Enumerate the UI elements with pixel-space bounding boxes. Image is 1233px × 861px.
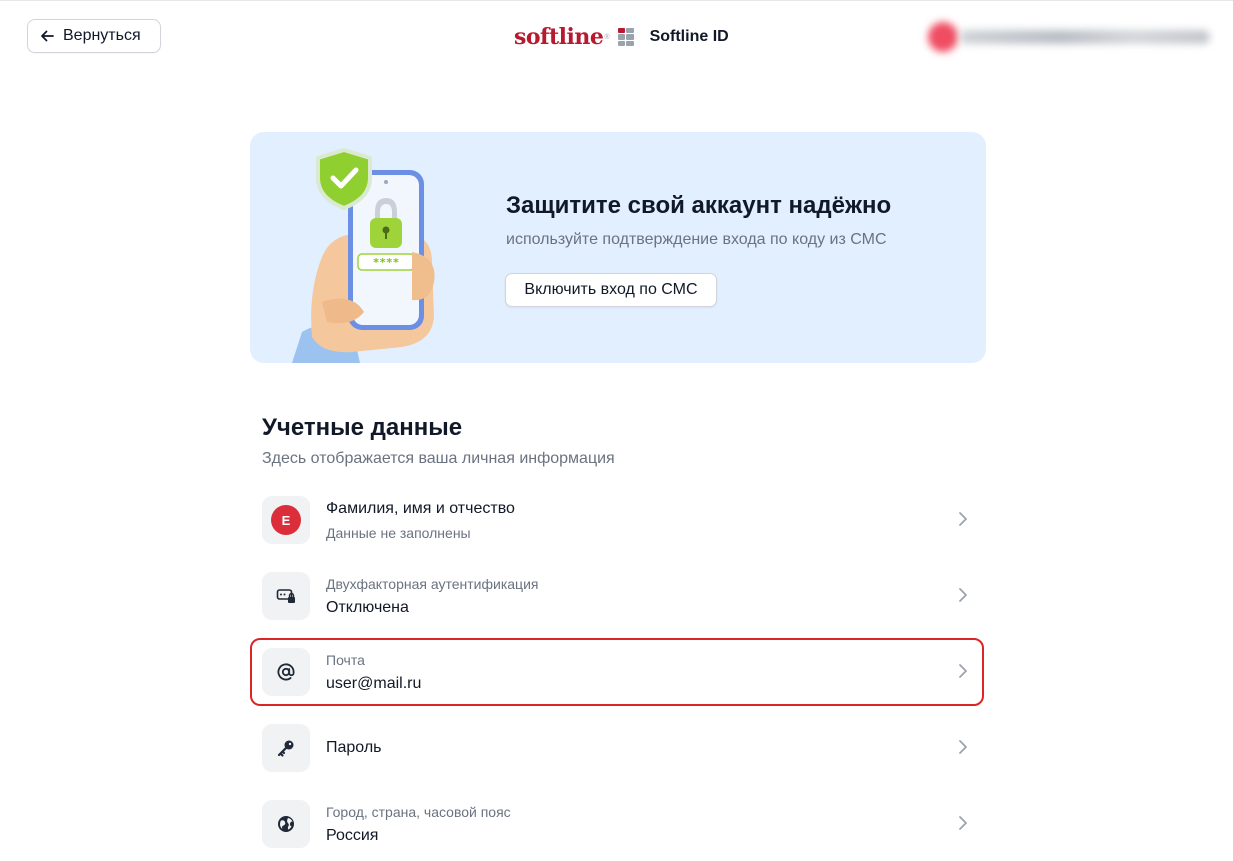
chevron-right-icon	[959, 740, 967, 754]
enable-sms-login-button[interactable]: Включить вход по СМС	[505, 273, 717, 307]
chevron-right-icon	[959, 512, 967, 526]
full-name-label: Фамилия, имя и отчество	[326, 499, 515, 517]
phone-lock-illustration: ****	[292, 147, 435, 363]
email-value: user@mail.ru	[326, 674, 422, 692]
brand: softline ® Softline ID	[514, 24, 729, 50]
email-label: Почта	[326, 651, 365, 668]
row-icon-container	[262, 572, 310, 620]
softline-logo-mark-icon	[617, 28, 634, 46]
banner-title: Защитите свой аккаунт надёжно	[506, 192, 892, 219]
section-title: Учетные данные	[262, 414, 463, 441]
two-factor-label: Двухфакторная аутентификация	[326, 575, 539, 592]
two-factor-icon	[276, 589, 295, 603]
row-icon-container: Е	[262, 496, 310, 544]
softline-logo: softline	[514, 24, 604, 50]
chevron-right-icon	[959, 664, 967, 678]
back-button-label: Вернуться	[63, 27, 141, 44]
user-menu[interactable]	[924, 18, 1214, 56]
pin-mask: ****	[373, 256, 400, 269]
list-item-email[interactable]: Почта user@mail.ru	[250, 638, 984, 706]
location-value: Россия	[326, 826, 379, 844]
chevron-right-icon	[959, 816, 967, 830]
section-subtitle: Здесь отображается ваша личная информаци…	[262, 450, 615, 467]
list-item-two-factor[interactable]: Двухфакторная аутентификация Отключена	[250, 562, 984, 630]
full-name-value: Данные не заполнены	[326, 524, 471, 541]
user-avatar	[928, 22, 958, 52]
chevron-right-icon	[959, 588, 967, 602]
list-item-full-name[interactable]: Е Фамилия, имя и отчество Данные не запо…	[250, 486, 984, 554]
at-sign-icon	[277, 663, 295, 681]
registered-mark: ®	[604, 33, 610, 41]
key-icon	[277, 740, 294, 757]
location-label: Город, страна, часовой пояс	[326, 803, 511, 820]
row-icon-container	[262, 648, 310, 696]
user-email-redacted	[960, 30, 1210, 44]
row-icon-container	[262, 800, 310, 848]
globe-icon	[278, 816, 294, 832]
back-button[interactable]: Вернуться	[27, 19, 161, 53]
list-item-location[interactable]: Город, страна, часовой пояс Россия	[250, 790, 984, 858]
password-label: Пароль	[326, 739, 382, 756]
avatar: Е	[271, 505, 301, 535]
banner-subtitle: используйте подтверждение входа по коду …	[506, 231, 887, 248]
arrow-left-icon	[41, 30, 54, 42]
security-banner: **** Защитите свой аккаунт надёжно испол…	[250, 132, 986, 363]
two-factor-value: Отключена	[326, 598, 409, 616]
list-item-password[interactable]: Пароль	[250, 714, 984, 782]
brand-name: Softline ID	[649, 28, 729, 45]
row-icon-container	[262, 724, 310, 772]
top-divider	[0, 0, 1233, 1]
